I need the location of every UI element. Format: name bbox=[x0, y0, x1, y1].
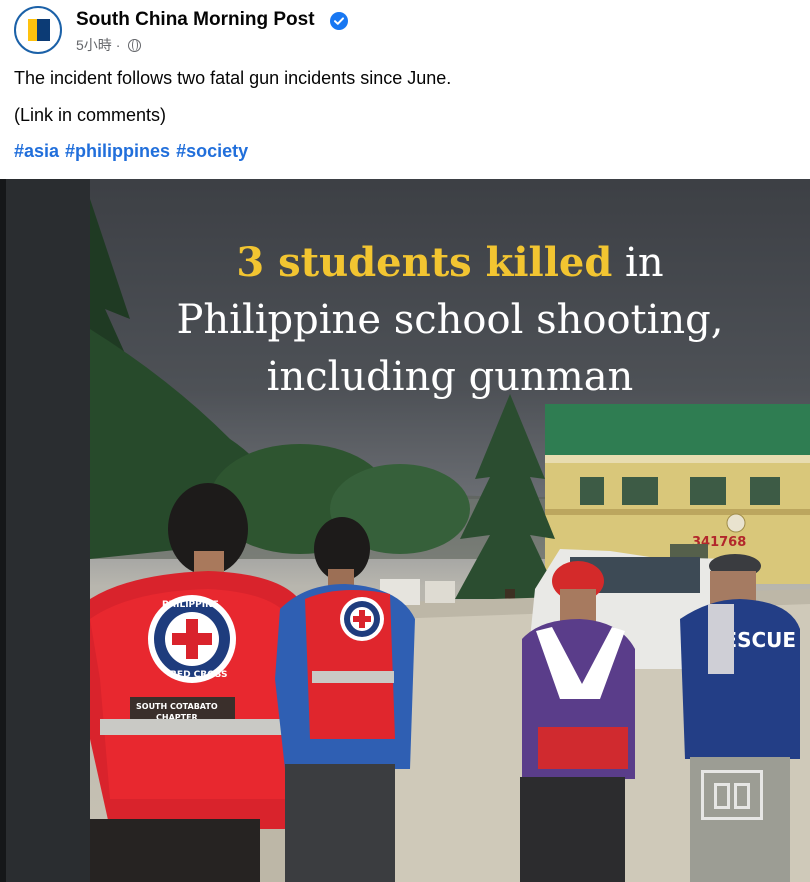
headline-line-3: including gunman bbox=[266, 354, 634, 400]
headline-line-1: 3 students killed in bbox=[90, 235, 810, 291]
vest-chapter-1: SOUTH COTABATO bbox=[136, 702, 218, 711]
post-meta: 5小時 · bbox=[76, 35, 142, 55]
hashtag-society[interactable]: #society bbox=[176, 141, 248, 161]
hashtag-asia[interactable]: #asia bbox=[14, 141, 59, 161]
post-header: South China Morning Post 5小時 · bbox=[14, 6, 794, 56]
page-avatar[interactable] bbox=[14, 6, 62, 54]
headline-highlight: 3 students killed bbox=[236, 239, 613, 286]
news-photo: 341768 PHILIPPINE RED CROSS SOUTH COTABA… bbox=[90, 179, 810, 882]
page-name-link[interactable]: South China Morning Post bbox=[76, 9, 315, 31]
hashtag-list: #asia #philippines #society bbox=[14, 141, 254, 162]
image-letterbox bbox=[0, 179, 90, 882]
globe-icon bbox=[128, 39, 142, 52]
post-timestamp[interactable]: 5小時 bbox=[76, 37, 112, 53]
hashtag-philippines[interactable]: #philippines bbox=[65, 141, 170, 161]
post-text-line-2: (Link in comments) bbox=[14, 105, 167, 125]
meta-separator: · bbox=[115, 37, 121, 53]
verified-badge-icon bbox=[330, 12, 348, 30]
headline-line-2: Philippine school shooting, bbox=[176, 297, 724, 343]
vest-text-top: PHILIPPINE bbox=[162, 600, 219, 610]
scmp-logo-icon-part bbox=[37, 19, 50, 41]
post-image[interactable]: 341768 PHILIPPINE RED CROSS SOUTH COTABA… bbox=[0, 179, 810, 882]
scmp-watermark-icon bbox=[701, 770, 763, 820]
vest-text-bottom: RED CROSS bbox=[170, 670, 227, 680]
headline-line-1-rest: in bbox=[612, 240, 664, 286]
post-text-line-1: The incident follows two fatal gun incid… bbox=[14, 68, 452, 88]
